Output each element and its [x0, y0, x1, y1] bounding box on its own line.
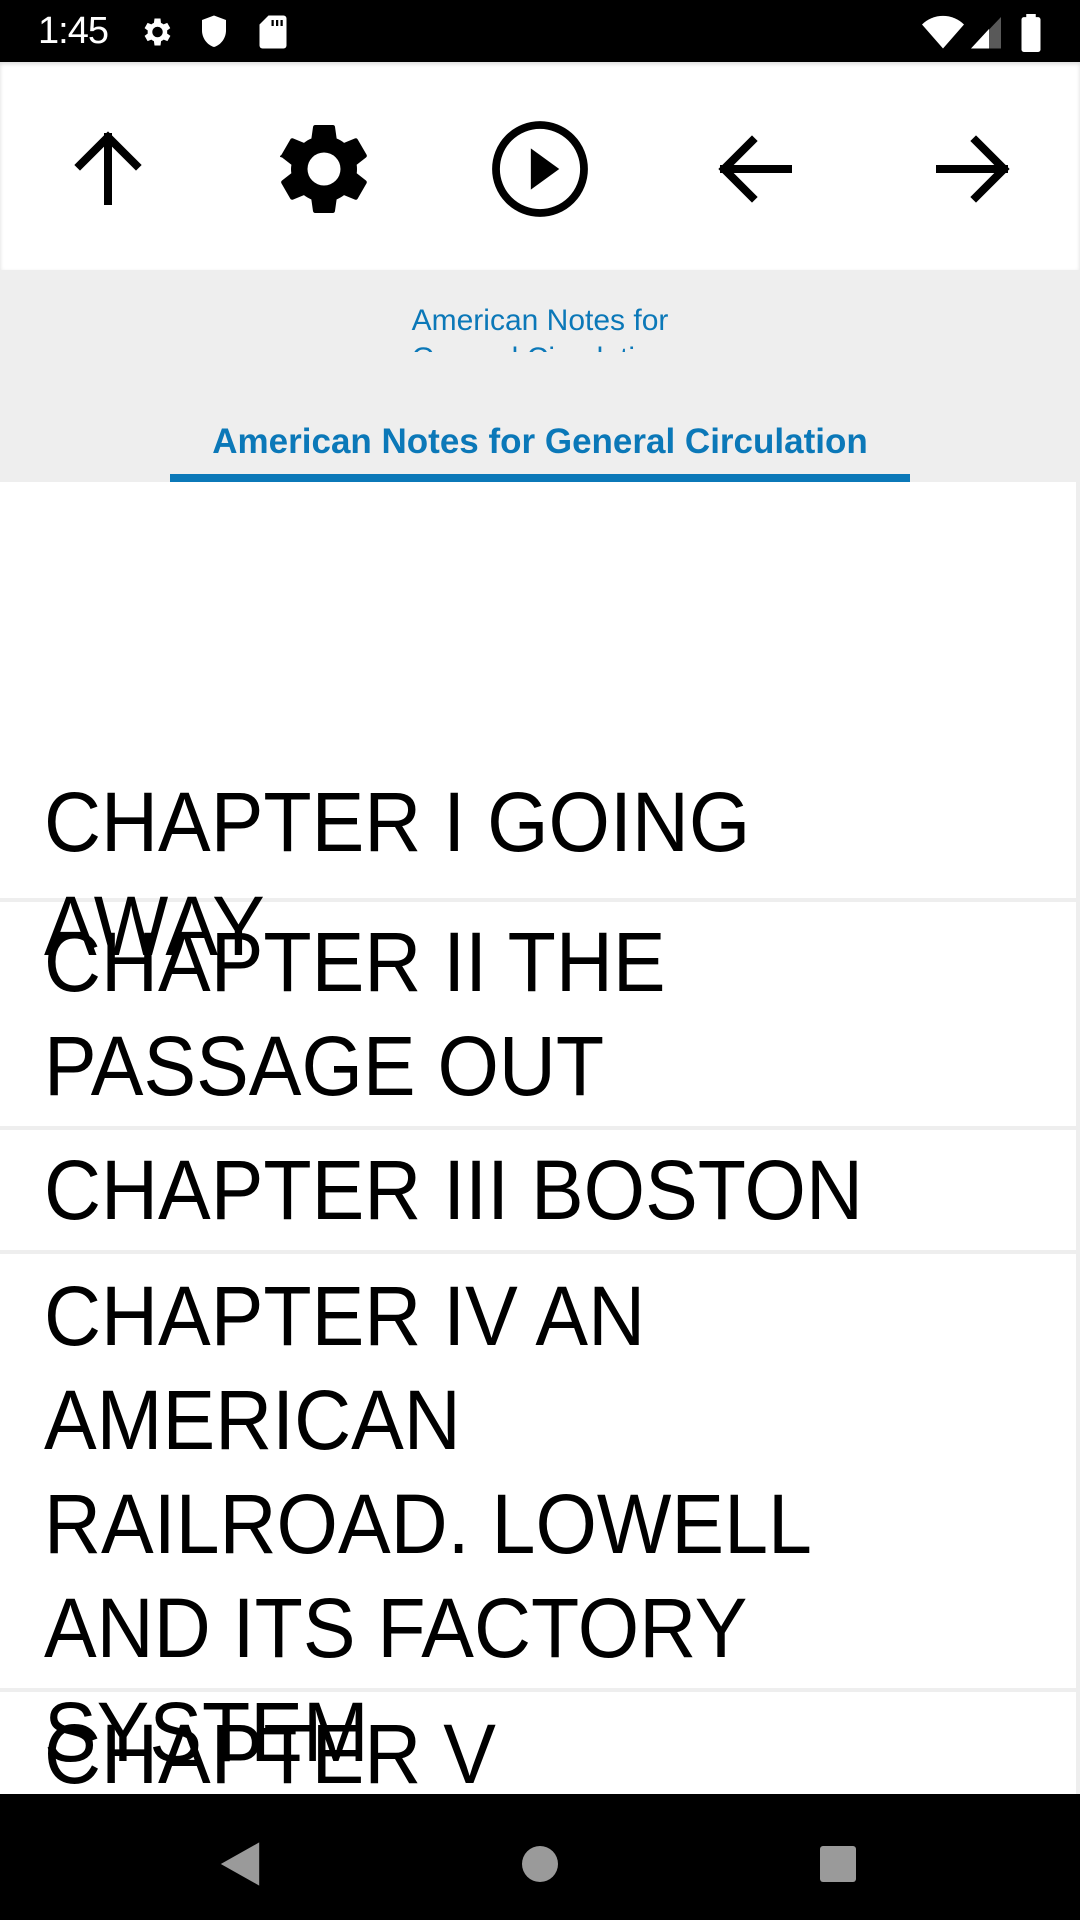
shield-icon	[202, 15, 226, 47]
next-button[interactable]	[917, 114, 1027, 224]
play-circle-icon	[492, 121, 588, 217]
signal-icon	[971, 17, 1001, 49]
tab-indicator	[170, 474, 910, 482]
sd-card-icon	[259, 15, 287, 49]
battery-icon	[1021, 14, 1041, 52]
settings-button[interactable]	[269, 114, 379, 224]
chapter-item[interactable]: CHAPTER V WORCESTER	[0, 1692, 1076, 1794]
home-icon	[522, 1846, 558, 1882]
chapter-item[interactable]: CHAPTER I GOING AWAY	[0, 742, 1076, 973]
tab-book[interactable]: American Notes for General Circulation	[170, 420, 910, 482]
nav-back-button[interactable]	[200, 1824, 280, 1904]
book-header: American Notes for General Circulation A…	[0, 270, 1080, 482]
arrow-right-icon	[936, 135, 1010, 203]
recents-icon	[820, 1846, 856, 1882]
nav-home-button[interactable]	[500, 1824, 580, 1904]
chapter-list[interactable]: CHAPTER I GOING AWAY CHAPTER II THE PASS…	[0, 482, 1080, 1794]
chapter-title: CHAPTER V WORCESTER	[44, 1707, 496, 1794]
status-time: 1:45	[38, 10, 109, 52]
gear-icon	[279, 124, 367, 213]
chapter-item[interactable]: CHAPTER IV AN AMERICAN RAILROAD. LOWELL …	[0, 1254, 1076, 1779]
chapter-title: CHAPTER II THE PASSAGE OUT	[44, 915, 666, 1113]
settings-icon	[144, 18, 171, 46]
back-icon	[220, 1842, 260, 1886]
book-title-small: American Notes for General Circulation	[411, 304, 669, 352]
reader-toolbar	[0, 62, 1080, 270]
system-nav-bar	[0, 1794, 1080, 1920]
nav-recents-button[interactable]	[798, 1824, 878, 1904]
wifi-icon	[922, 15, 964, 49]
play-button[interactable]	[485, 114, 595, 224]
arrow-left-icon	[718, 135, 792, 203]
previous-button[interactable]	[701, 114, 811, 224]
chapter-item[interactable]: CHAPTER III BOSTON	[0, 1130, 1076, 1254]
chapter-title: CHAPTER III BOSTON	[44, 1143, 863, 1237]
up-button[interactable]	[53, 114, 163, 224]
arrow-up-icon	[74, 131, 142, 205]
tab-label: American Notes for General Circulation	[212, 422, 868, 461]
status-bar: 1:45	[0, 0, 1080, 62]
